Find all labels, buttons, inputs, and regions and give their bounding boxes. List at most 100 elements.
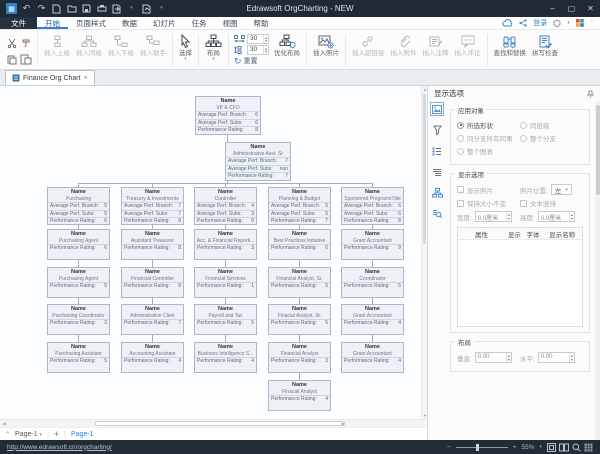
vertical-spacing-stepper[interactable]: 30 ▴ ▾ [247,45,270,55]
scroll-left-arrow[interactable]: ◀ [0,420,8,428]
redo-icon[interactable]: ↷ [36,3,47,14]
menu-tasks[interactable]: 任务 [184,17,215,29]
page-selector[interactable]: Page-1 ▾ [15,431,42,438]
menu-view[interactable]: 视图 [215,17,246,29]
search-panel-tab[interactable] [430,207,444,221]
export-dropdown-caret[interactable]: ▾ [126,3,137,14]
org-node[interactable]: Name Best Practices Initiative Performance… [268,229,331,260]
scroll-down-arrow[interactable]: ▼ [422,412,427,419]
org-node[interactable]: Name Business Intelligence S... Performanc… [194,342,257,373]
checkbox-keep-size[interactable]: 保持大小不变 [457,198,520,208]
org-node[interactable]: Name Acc. & Financial Reporti... Performan… [194,229,257,260]
menu-page-style[interactable]: 页面样式 [68,17,114,29]
attribute-table[interactable]: 属性 显示 字体 显示名称 [457,227,583,327]
horizontal-stepper[interactable]: 0.00 ▴ ▾ [537,352,575,363]
collapse-pages-icon[interactable]: ⌃ [5,431,10,438]
org-node[interactable]: Name Coordinator Performance Rating: 5 [341,267,404,298]
org-node[interactable]: Name Financial Analyst Performance Rating:… [268,342,331,373]
zoom-out-icon[interactable]: − [447,444,451,451]
style-panel-tab[interactable] [430,123,444,137]
zoom-search-icon[interactable] [572,443,581,452]
horizontal-scrollbar[interactable]: ◀ ▶ [0,419,427,427]
undo-icon[interactable]: ↶ [21,3,32,14]
org-node[interactable]: Name Treasury & Investments Average Perf. … [121,187,184,225]
display-panel-tab[interactable] [430,102,444,116]
publish-icon[interactable] [141,3,152,14]
org-node[interactable]: Name Assistant Treasurer Performance Ratin… [121,229,184,260]
menu-slides[interactable]: 幻灯片 [145,17,184,29]
find-replace-button[interactable]: 查找和替换 [491,32,530,68]
height-stepper[interactable]: 0.0厘米 ▴ ▾ [537,211,575,222]
fields-panel-tab[interactable] [430,144,444,158]
horizontal-spacing-stepper[interactable]: 30 ▴ ▾ [247,34,270,44]
optimize-layout-button[interactable]: 优化布局 [271,32,303,68]
radio-whole-branch[interactable]: 整个分支 [520,133,583,143]
qat-customize-caret[interactable]: ▾ [156,3,167,14]
radio-whole-chart[interactable]: 整个图表 [457,146,520,156]
active-page-label[interactable]: Page-1 [71,431,94,438]
scroll-right-arrow[interactable]: ▶ [339,420,347,428]
insert-hyperlink-button[interactable]: 插入超链接 [349,32,388,68]
grid-view-icon[interactable] [584,443,593,452]
login-link[interactable]: 登录 [533,18,547,28]
zoom-level[interactable]: 55% [521,444,534,451]
org-node[interactable]: Name Financial Controller Performance Rati… [121,267,184,298]
open-folder-icon[interactable] [66,3,77,14]
website-link[interactable]: http://www.edrawsoft.cn/orgcharting/ [7,444,112,451]
org-node[interactable]: Name Controller Average Perf. Branch: 4 Aver… [194,187,257,225]
fit-window-icon[interactable] [547,442,556,452]
paste-icon[interactable]: ▾ [20,54,32,65]
org-node[interactable]: Name Purchasing Assistant Performance Rati… [47,342,110,373]
org-node[interactable]: Name VP & CFO Average Perf. Branch: 6 Averag… [195,96,261,135]
rewards-icon[interactable] [553,18,561,28]
add-page-button[interactable]: + [54,429,59,439]
collapse-ribbon-icon[interactable]: ⌃ [590,20,594,26]
vertical-scroll-thumb[interactable] [423,94,426,244]
org-node[interactable]: Name Purchasing Average Perf. Branch: 5 Aver… [47,187,110,225]
format-painter-icon[interactable] [21,38,31,48]
insert-note-button[interactable]: 插入注释 [420,32,452,68]
org-node[interactable]: Name Finacail Analyst Performance Rating: 4 [268,380,331,411]
share-icon[interactable] [519,19,527,27]
vertical-stepper[interactable]: 0.00 ▴ ▾ [474,352,512,363]
theme-color-icon[interactable] [575,19,584,27]
structure-panel-tab[interactable] [430,186,444,200]
save-icon[interactable] [81,3,92,14]
menu-help[interactable]: 帮助 [246,17,277,29]
select-button[interactable]: 选择 ▾ [176,32,195,68]
org-node[interactable]: Name Financial Analyst, Sr. Performance Ra… [268,267,331,298]
org-node[interactable]: Name Administrative Clerk Performance Rati… [121,304,184,335]
vertical-scrollbar[interactable]: ▲ ▼ [421,86,427,419]
cloud-icon[interactable] [502,19,513,27]
insert-comment-button[interactable]: 插入评论 [452,32,484,68]
layout-button[interactable]: 布局 ▾ [202,32,225,68]
menu-home[interactable]: 开始 [37,17,68,29]
menu-data[interactable]: 数据 [114,17,145,29]
org-node[interactable]: Name Grant Accountant Performance Rating: 9 [341,229,404,260]
minimize-button[interactable]: – [543,0,562,17]
org-node[interactable]: Name Payroll and Tax Performance Rating: 5 [194,304,257,335]
org-node[interactable]: Name Sponsored ProgramsTitle Average Perf.… [341,187,404,225]
radio-selected-shapes[interactable]: 所选形状 [457,120,520,130]
outline-panel-tab[interactable] [430,165,444,179]
insert-attachment-button[interactable]: 插入附件 [388,32,420,68]
insert-photo-button[interactable]: 插入照片 [310,32,342,68]
page-layout-icon[interactable] [559,443,569,452]
org-node[interactable]: Name Purchasing Coordinator Performance Ra… [47,304,110,335]
radio-branch-peers[interactable]: 同分支所有同事 [457,133,520,143]
width-stepper[interactable]: 0.0厘米 ▴ ▾ [474,211,512,222]
print-icon[interactable] [96,3,107,14]
org-node[interactable]: Name Accounting Assistant Performance Rati… [121,342,184,373]
org-node[interactable]: Name Financial Services Performance Rating… [194,267,257,298]
org-node[interactable]: Name Grant Accountant Performance Rating: 4 [341,342,404,373]
export-icon[interactable] [111,3,122,14]
org-node[interactable]: Name Planning & Budget Average Perf. Branc… [268,187,331,225]
zoom-slider[interactable] [455,443,508,451]
org-node[interactable]: Name Grant Accountant Performance Rating: 4 [341,304,404,335]
pin-icon[interactable] [587,90,594,98]
cut-icon[interactable] [7,38,17,48]
insert-parent-button[interactable]: 插入上级 [41,32,73,68]
radio-same-level[interactable]: 同层级 [520,120,583,130]
zoom-slider-thumb[interactable] [476,443,480,451]
zoom-dropdown-caret[interactable]: ▾ [539,444,542,450]
